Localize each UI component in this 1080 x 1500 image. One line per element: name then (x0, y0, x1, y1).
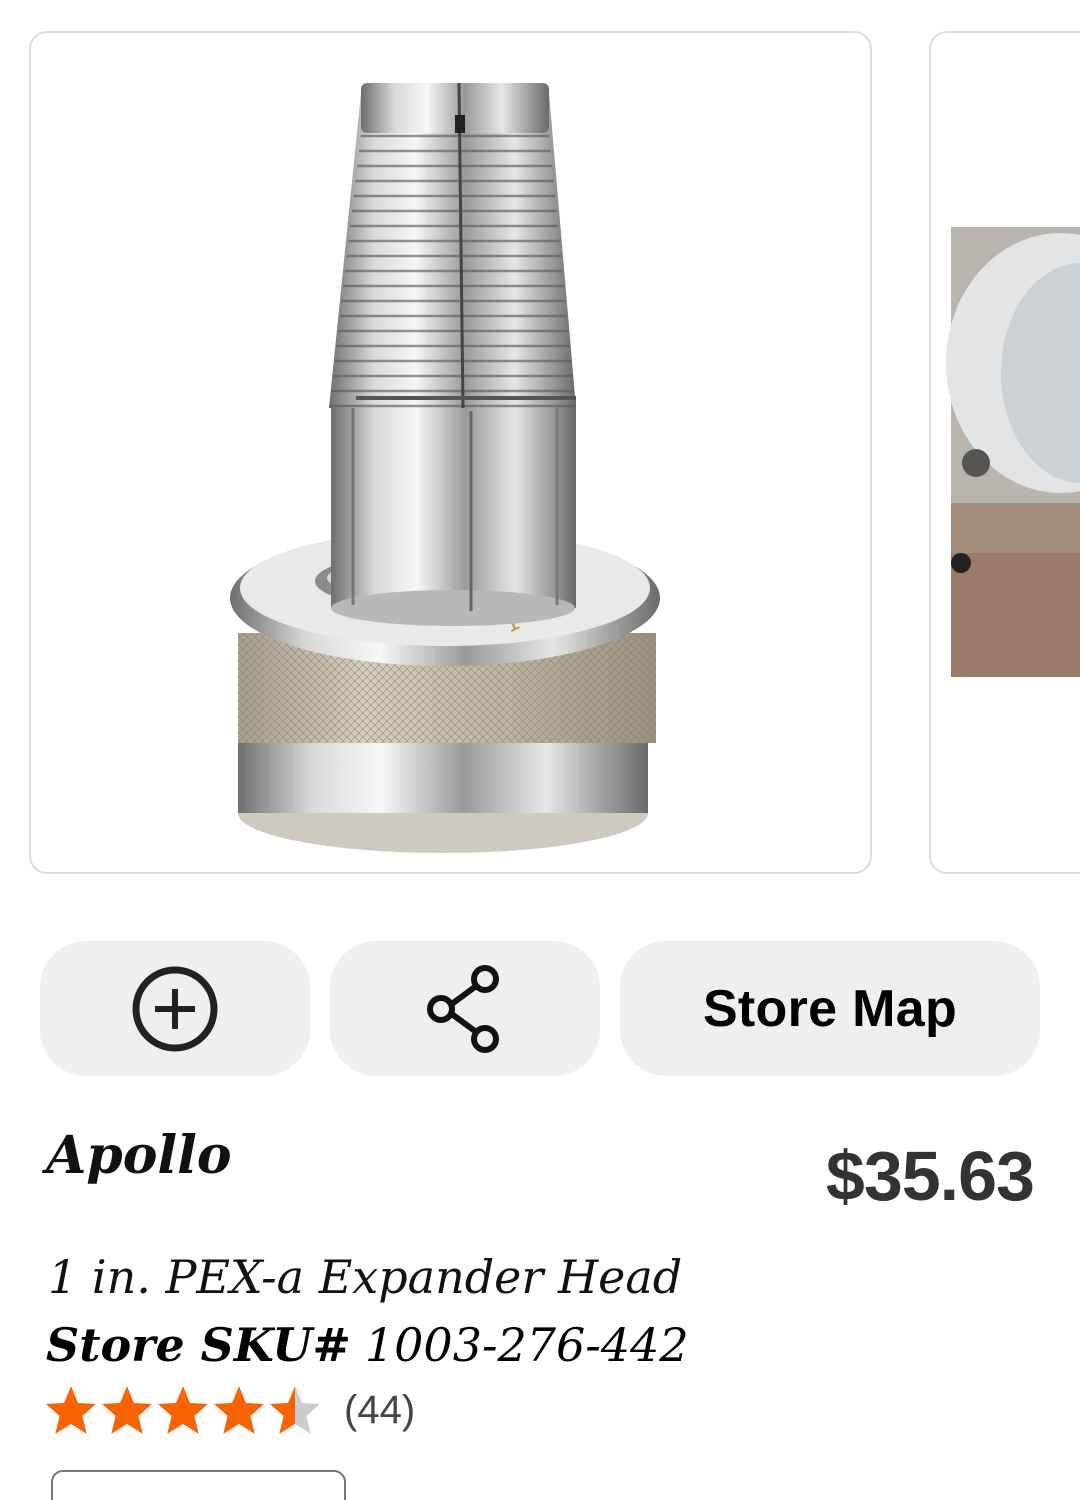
store-map-label: Store Map (702, 979, 958, 1038)
share-icon (427, 964, 499, 1053)
sku-label: Store SKU# (46, 1318, 351, 1372)
review-count: (44) (344, 1387, 416, 1432)
plus-circle-icon (132, 966, 218, 1051)
product-brand[interactable]: Apollo (46, 1125, 232, 1186)
add-to-list-button[interactable] (40, 941, 310, 1076)
star-icon (158, 1386, 208, 1434)
share-button[interactable] (330, 941, 600, 1076)
star-icon (214, 1386, 264, 1434)
star-rating (44, 1384, 322, 1436)
star-icon (102, 1386, 152, 1434)
product-title: 1 in. PEX-a Expander Head (48, 1250, 683, 1304)
product-image: 1" (230, 82, 660, 853)
store-map-button[interactable]: Store Map (620, 941, 1040, 1076)
store-sku: Store SKU# 1003-276-442 (46, 1318, 689, 1372)
star-icon (270, 1386, 320, 1434)
product-image-card[interactable]: 1" (29, 31, 872, 874)
quantity-input-box[interactable] (51, 1470, 346, 1500)
product-image-next (946, 227, 1080, 677)
product-price: $35.63 (825, 1137, 1035, 1215)
product-image-card-next[interactable] (929, 31, 1080, 874)
product-page: 1" (0, 0, 1080, 1500)
sku-value: 1003-276-442 (364, 1318, 689, 1372)
star-icon (46, 1386, 96, 1434)
rating-summary[interactable]: (44) (44, 1384, 415, 1436)
